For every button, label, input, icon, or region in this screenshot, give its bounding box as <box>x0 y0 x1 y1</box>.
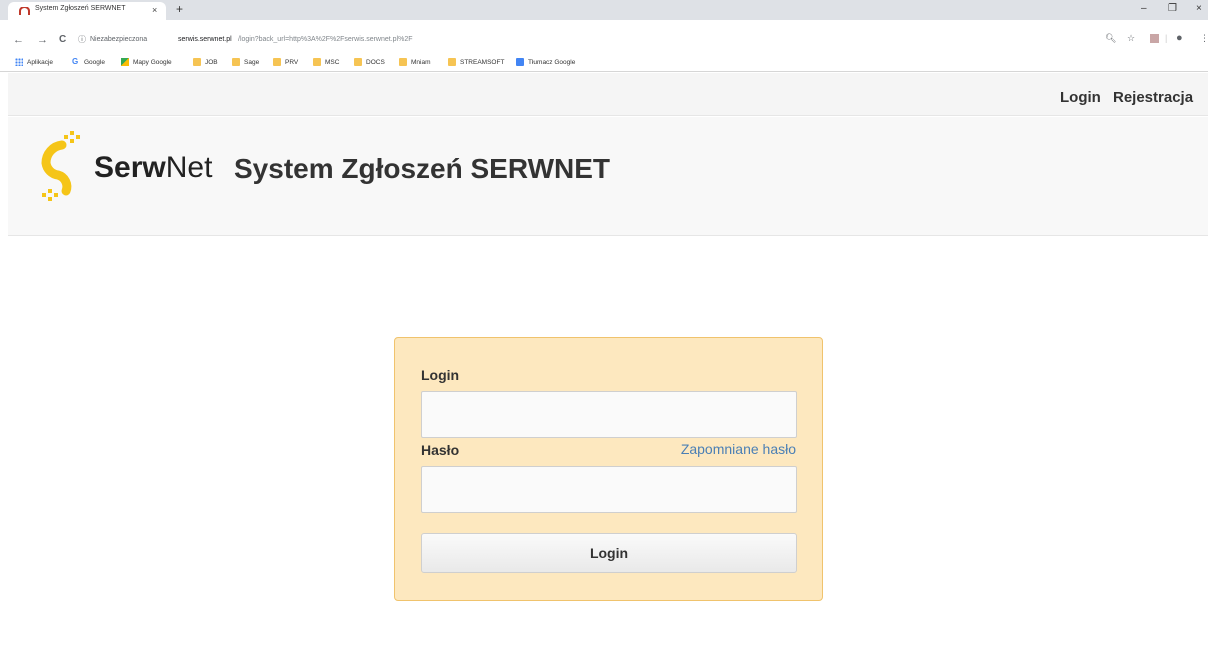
url-host: serwis.serwnet.pl <box>178 36 232 43</box>
bookmark-prv[interactable]: PRV <box>273 55 298 69</box>
maps-icon <box>121 58 129 66</box>
bookmark-label: Mniam <box>411 58 431 66</box>
bookmark-label: Mapy Google <box>133 58 172 66</box>
top-navbar: Login Rejestracja <box>8 73 1208 116</box>
menu-icon[interactable]: ⋮ <box>1200 33 1208 43</box>
restore-icon[interactable]: ❐ <box>1168 2 1177 16</box>
back-icon[interactable]: ← <box>13 34 24 46</box>
login-label: Login <box>421 367 460 383</box>
logo-bold-text: Serw <box>94 151 166 184</box>
bookmark-streamsoft[interactable]: STREAMSOFT <box>448 55 504 69</box>
bookmark-apps[interactable]: Aplikacje <box>15 55 53 69</box>
folder-icon <box>232 58 240 66</box>
folder-icon <box>354 58 362 66</box>
browser-tab[interactable]: System Zgłoszeń SERWNET × <box>8 2 166 20</box>
login-button[interactable]: Login <box>421 533 797 573</box>
reload-icon[interactable]: C <box>59 34 66 46</box>
bookmark-label: JOB <box>205 58 218 66</box>
bookmark-label: Aplikacje <box>27 58 54 66</box>
folder-icon <box>399 58 407 66</box>
bookmark-google[interactable]: G Google <box>72 55 105 69</box>
browser-tabstrip: System Zgłoszeń SERWNET × + – ❐ × <box>0 0 1208 20</box>
folder-icon <box>273 58 281 66</box>
bookmark-label: DOCS <box>366 58 385 66</box>
bookmarks-bar: Aplikacje G Google Mapy Google JOB Sage … <box>0 54 1208 72</box>
star-icon[interactable]: ☆ <box>1127 33 1135 43</box>
serwnet-favicon-icon <box>19 7 30 15</box>
profile-icon[interactable]: ● <box>1176 33 1183 44</box>
bookmark-label: Tłumacz Google <box>528 58 576 66</box>
browser-toolbar: ← → C ⓘ Niezabezpieczona serwis.serwnet.… <box>0 20 1208 54</box>
bookmark-label: PRV <box>285 58 299 66</box>
bookmark-maps[interactable]: Mapy Google <box>121 55 172 69</box>
bookmark-label: Google <box>84 58 105 66</box>
bookmark-job[interactable]: JOB <box>193 55 218 69</box>
serwnet-logo-icon <box>41 131 80 201</box>
page-title: System Zgłoszeń SERWNET <box>234 153 611 184</box>
bookmark-label: MSC <box>325 58 340 66</box>
zoom-icon[interactable]: 🔍︎ <box>1105 33 1116 43</box>
google-icon: G <box>72 57 79 66</box>
pdf-extension-icon[interactable] <box>1150 34 1159 43</box>
bookmark-mniam[interactable]: Mniam <box>399 55 431 69</box>
translate-icon <box>516 58 524 66</box>
folder-icon <box>313 58 321 66</box>
divider: | <box>1165 33 1168 43</box>
nav-login-link[interactable]: Login <box>1060 89 1101 106</box>
close-window-icon[interactable]: × <box>1196 2 1202 16</box>
password-input[interactable] <box>421 466 797 513</box>
bookmark-translate[interactable]: Tłumacz Google <box>516 55 575 69</box>
address-bar[interactable]: ⓘ Niezabezpieczona serwis.serwnet.pl /lo… <box>78 35 1098 45</box>
bookmark-label: STREAMSOFT <box>460 58 505 66</box>
folder-icon <box>448 58 456 66</box>
forgot-password-link[interactable]: Zapomniane hasło <box>681 441 796 457</box>
forward-icon[interactable]: → <box>37 34 48 46</box>
url-path: /login?back_url=http%3A%2F%2Fserwis.serw… <box>238 36 413 43</box>
info-icon[interactable]: ⓘ <box>78 35 86 45</box>
new-tab-button[interactable]: + <box>176 2 183 16</box>
security-status: Niezabezpieczona <box>90 36 148 43</box>
tab-close-icon[interactable]: × <box>152 4 157 16</box>
login-input[interactable] <box>421 391 797 438</box>
login-form: Login Hasło Zapomniane hasło Login <box>394 337 823 601</box>
nav-register-link[interactable]: Rejestracja <box>1113 89 1193 106</box>
tab-title: System Zgłoszeń SERWNET <box>35 5 126 12</box>
folder-icon <box>193 58 201 66</box>
minimize-icon[interactable]: – <box>1141 2 1147 16</box>
password-label: Hasło <box>421 442 460 458</box>
bookmark-sage[interactable]: Sage <box>232 55 259 69</box>
bookmark-label: Sage <box>244 58 260 66</box>
site-header: SerwNet System Zgłoszeń SERWNET <box>8 117 1208 236</box>
logo-wordmark: SerwNet <box>94 151 212 185</box>
logo-light-text: Net <box>165 151 213 184</box>
apps-grid-icon <box>15 58 23 66</box>
bookmark-docs[interactable]: DOCS <box>354 55 385 69</box>
bookmark-msc[interactable]: MSC <box>313 55 339 69</box>
